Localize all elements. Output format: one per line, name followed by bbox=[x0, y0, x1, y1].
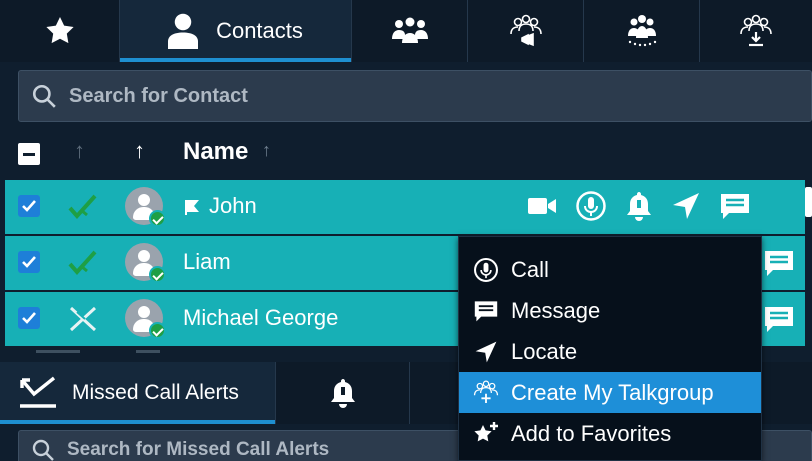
flag-icon bbox=[185, 200, 199, 216]
row-checkbox[interactable] bbox=[18, 195, 40, 217]
tab-missed-call-alerts-label: Missed Call Alerts bbox=[72, 381, 239, 404]
avatar bbox=[125, 187, 166, 227]
message-button[interactable] bbox=[763, 248, 795, 283]
contact-row[interactable]: John bbox=[5, 180, 805, 234]
sort-status-arrow-icon[interactable]: ↑ bbox=[74, 138, 85, 164]
context-menu: Call Message Locate Create My Talkgroup … bbox=[458, 236, 762, 461]
menu-item-label: Message bbox=[511, 297, 601, 323]
talkgroup-broadcast-icon bbox=[509, 14, 542, 47]
unavailable-status-icon bbox=[69, 306, 97, 332]
sort-name-arrow-icon[interactable]: ↑ bbox=[262, 140, 271, 161]
avatar bbox=[125, 299, 166, 339]
menu-item-label: Locate bbox=[511, 338, 578, 364]
top-tab-bar: Contacts bbox=[0, 0, 812, 62]
tab-alerts[interactable] bbox=[276, 362, 410, 424]
create-talkgroup-icon bbox=[473, 380, 499, 403]
check-icon bbox=[22, 312, 36, 324]
contacts-search-input[interactable] bbox=[69, 84, 769, 108]
menu-item-create-my-talkgroup[interactable]: Create My Talkgroup bbox=[459, 372, 761, 413]
locate-button[interactable] bbox=[671, 191, 701, 221]
search-icon bbox=[32, 84, 56, 108]
talkgroup-dispatch-icon bbox=[627, 15, 656, 47]
available-status-icon bbox=[68, 250, 97, 276]
menu-item-add-to-favorites[interactable]: Add to Favorites bbox=[459, 413, 761, 454]
check-icon bbox=[22, 256, 36, 268]
available-status-icon bbox=[68, 194, 97, 220]
contact-name: John bbox=[183, 193, 257, 219]
online-check-icon bbox=[149, 266, 166, 283]
menu-item-label: Call bbox=[511, 256, 549, 282]
video-call-icon bbox=[528, 198, 556, 214]
name-column-header[interactable]: Name bbox=[183, 138, 248, 166]
row-actions bbox=[527, 190, 769, 222]
menu-item-locate[interactable]: Locate bbox=[459, 331, 761, 372]
message-icon bbox=[721, 194, 749, 219]
talkgroup-download-icon bbox=[740, 14, 772, 47]
tab-contacts-label: Contacts bbox=[216, 18, 303, 43]
menu-item-call[interactable]: Call bbox=[459, 249, 761, 290]
search-icon bbox=[32, 439, 54, 461]
message-icon bbox=[765, 251, 793, 276]
select-all-checkbox[interactable] bbox=[18, 143, 40, 165]
add-favorite-icon bbox=[474, 421, 498, 441]
alert-button[interactable] bbox=[625, 190, 653, 222]
row-checkbox[interactable] bbox=[18, 251, 40, 273]
missed-call-icon bbox=[20, 376, 56, 408]
ptt-call-icon bbox=[576, 191, 606, 221]
scroll-handle[interactable] bbox=[805, 187, 812, 217]
tab-contacts[interactable]: Contacts bbox=[120, 0, 352, 62]
list-header: ↑ ↑ Name ↑ bbox=[0, 130, 812, 176]
message-icon bbox=[474, 300, 498, 321]
video-call-button[interactable] bbox=[527, 195, 557, 217]
tab-favorites[interactable] bbox=[0, 0, 120, 62]
ptt-call-icon bbox=[474, 257, 498, 282]
star-icon bbox=[45, 17, 74, 44]
menu-item-message[interactable]: Message bbox=[459, 290, 761, 331]
group-icon bbox=[391, 17, 428, 43]
tab-groups[interactable] bbox=[352, 0, 468, 62]
locate-icon bbox=[475, 341, 497, 362]
tab-talkgroup-dispatch[interactable] bbox=[584, 0, 700, 62]
contact-name: Liam bbox=[183, 249, 231, 274]
person-icon bbox=[168, 13, 199, 49]
menu-item-label: Create My Talkgroup bbox=[511, 379, 714, 405]
contacts-search bbox=[18, 70, 812, 122]
avatar bbox=[125, 243, 166, 283]
alert-bell-icon bbox=[627, 192, 651, 221]
sort-avatar-arrow-icon[interactable]: ↑ bbox=[134, 138, 145, 164]
ptt-call-button[interactable] bbox=[575, 190, 607, 222]
check-icon bbox=[22, 200, 36, 212]
tab-talkgroup-download[interactable] bbox=[700, 0, 812, 62]
locate-icon bbox=[673, 193, 699, 219]
row-checkbox[interactable] bbox=[18, 307, 40, 329]
bell-icon bbox=[330, 379, 355, 408]
contact-name: Michael George bbox=[183, 305, 339, 330]
tab-missed-call-alerts[interactable]: Missed Call Alerts bbox=[0, 362, 276, 424]
message-icon bbox=[765, 307, 793, 332]
contact-name-text: John bbox=[209, 193, 257, 218]
online-check-icon bbox=[149, 322, 166, 339]
tab-talkgroup-broadcast[interactable] bbox=[468, 0, 584, 62]
message-button[interactable] bbox=[719, 191, 751, 221]
menu-item-label: Add to Favorites bbox=[511, 420, 672, 446]
online-check-icon bbox=[149, 210, 166, 227]
message-button[interactable] bbox=[763, 304, 795, 339]
